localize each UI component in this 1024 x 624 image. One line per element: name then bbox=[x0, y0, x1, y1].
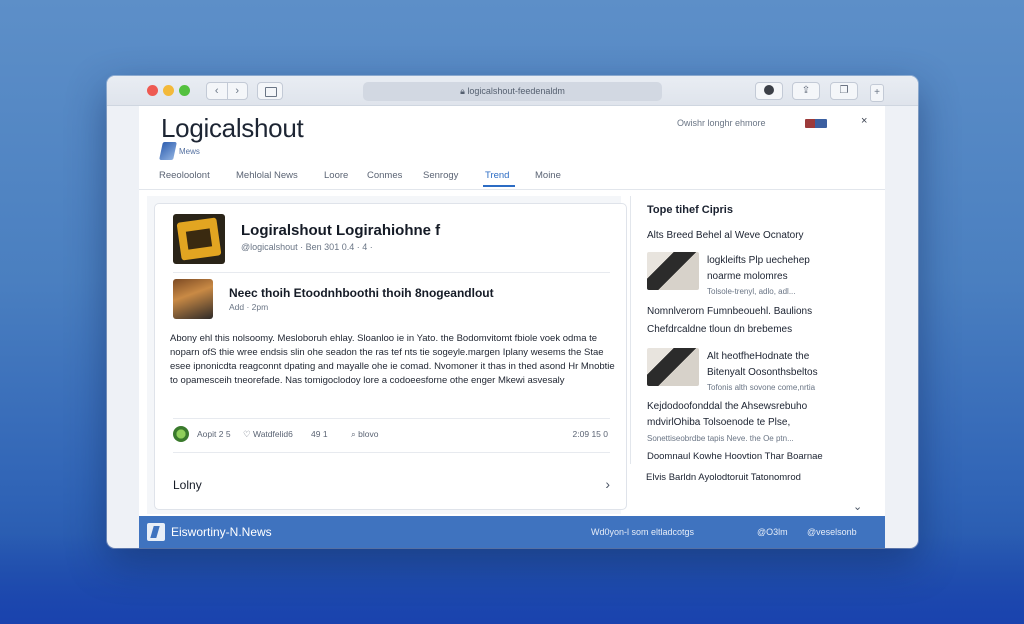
trending-item-title-2[interactable]: noarme molomres bbox=[707, 270, 788, 284]
new-tab-button[interactable]: + bbox=[870, 84, 884, 102]
nav-item-6[interactable]: Moine bbox=[535, 170, 561, 181]
trending-thumbnail[interactable] bbox=[647, 348, 699, 386]
close-window-button[interactable] bbox=[147, 85, 158, 96]
share-button[interactable]: ⇪ bbox=[792, 82, 820, 100]
trending-item-meta: Tolsole-trenyl, adlo, adl... bbox=[707, 287, 796, 296]
close-icon[interactable]: × bbox=[861, 115, 867, 127]
privacy-button[interactable] bbox=[755, 82, 783, 100]
post-card: Logiralshout Logirahiohne f @logicalshou… bbox=[154, 203, 627, 510]
nav-item-5[interactable]: Trend bbox=[485, 170, 509, 181]
view-action[interactable]: ⌕ blovo bbox=[351, 429, 378, 440]
divider bbox=[173, 418, 610, 419]
trending-item-title[interactable]: logkleifts Plp uechehep bbox=[707, 254, 810, 268]
header-account-link[interactable]: Owishr longhr ehmore bbox=[677, 118, 766, 128]
site-logo-text[interactable]: Logicalshout bbox=[161, 113, 304, 144]
minimize-window-button[interactable] bbox=[163, 85, 174, 96]
back-button[interactable]: ‹ bbox=[207, 83, 228, 99]
active-tab-indicator bbox=[483, 185, 515, 187]
nav-item-4[interactable]: Senrogy bbox=[423, 170, 458, 181]
post-timestamp: 2:09 15 0 bbox=[572, 429, 608, 439]
nav-item-0[interactable]: Reeoloolont bbox=[159, 170, 210, 181]
story-title[interactable]: Neec thoih Etoodnhboothi thoih 8nogeandl… bbox=[229, 286, 494, 300]
plus-icon: + bbox=[874, 87, 880, 98]
divider bbox=[173, 272, 610, 273]
region-flag-icon[interactable] bbox=[805, 119, 827, 128]
post-meta: @logicalshout · Ben 301 0.4 · 4 · bbox=[241, 242, 373, 252]
trending-item-title[interactable]: Alt heotfheHodnate the bbox=[707, 350, 809, 364]
trending-item[interactable]: Doomnaul Kowhe Hoovtion Thar Boarnae bbox=[647, 449, 823, 465]
profile-avatar[interactable] bbox=[173, 214, 225, 264]
like-action[interactable]: ♡ Watdfelid6 bbox=[243, 429, 293, 440]
chevron-right-icon[interactable]: › bbox=[605, 476, 610, 492]
trending-item[interactable]: Nomnlverorn Fumnbeouehl. Baulions bbox=[647, 304, 812, 320]
site-tagline: Mews bbox=[159, 142, 200, 160]
web-page: Logicalshout Mews Owishr longhr ehmore ×… bbox=[139, 106, 885, 548]
trending-panel: Tope tihef Cipris Alts Breed Behel al We… bbox=[630, 196, 876, 464]
divider bbox=[173, 452, 610, 453]
tagline-text: Mews bbox=[179, 146, 200, 156]
trending-thumbnail[interactable] bbox=[647, 252, 699, 290]
forward-button[interactable]: › bbox=[228, 83, 248, 99]
chevron-down-icon[interactable]: ⌄ bbox=[853, 500, 862, 513]
trending-item-line-2[interactable]: Elvis Barldn Ayolodtoruit Tatonomrod bbox=[646, 470, 801, 486]
reply-action[interactable]: Aopit 2 5 bbox=[197, 429, 231, 439]
trending-item-line-2[interactable]: Chefdrcaldne tloun dn brebemes bbox=[647, 322, 792, 338]
trending-item-title-2[interactable]: Bitenyalt Oosonthsbeltos bbox=[707, 366, 818, 380]
tabs-button[interactable]: ❐ bbox=[830, 82, 858, 100]
zoom-window-button[interactable] bbox=[179, 85, 190, 96]
url-text: logicalshout-feedenaldm bbox=[467, 86, 565, 96]
shield-icon bbox=[764, 85, 774, 96]
source-logo-icon bbox=[173, 426, 189, 442]
nav-item-3[interactable]: Conmes bbox=[367, 170, 402, 181]
post-actions: Aopit 2 5 ♡ Watdfelid6 49 1 ⌕ blovo 2:09… bbox=[173, 426, 610, 444]
nav-item-2[interactable]: Loore bbox=[324, 170, 348, 181]
post-body: Abony ehl this nolsoomy. Mesloboruh ehla… bbox=[170, 333, 615, 386]
repost-action[interactable]: 49 1 bbox=[311, 429, 328, 439]
feed-area: Logiralshout Logirahiohne f @logicalshou… bbox=[147, 196, 627, 514]
browser-window: ‹ › 🔒︎ logicalshout-feedenaldm ⇪ ❐ + Log… bbox=[107, 76, 918, 548]
footer-link[interactable]: @veselsonb bbox=[807, 527, 857, 537]
site-footer: Eiswortiny-N.News Wd0yon-l som eltladcot… bbox=[139, 516, 885, 548]
tabs-icon: ❐ bbox=[839, 85, 849, 96]
post-title[interactable]: Logiralshout Logirahiohne f bbox=[241, 222, 440, 239]
nav-item-1[interactable]: Mehlolal News bbox=[236, 170, 298, 181]
footer-brand[interactable]: Eiswortiny-N.News bbox=[171, 525, 272, 539]
trending-heading: Tope tihef Cipris bbox=[647, 204, 733, 216]
address-bar[interactable]: 🔒︎ logicalshout-feedenaldm bbox=[363, 82, 662, 101]
trending-item[interactable]: Alts Breed Behel al Weve Ocnatory bbox=[647, 230, 804, 241]
story-thumbnail[interactable] bbox=[173, 279, 213, 319]
share-icon: ⇪ bbox=[801, 85, 811, 96]
main-nav: Reeoloolont Mehlolal News Loore Conmes S… bbox=[139, 164, 885, 190]
trending-item-meta: Sonettiseobrdbe tapis Neve. the Oe ptn..… bbox=[647, 434, 794, 443]
footer-logo-icon bbox=[147, 523, 165, 541]
trending-item-line-2[interactable]: mdvirlOhiba Tolsoenode te Plse, bbox=[647, 415, 790, 431]
section-link[interactable]: Lolny bbox=[173, 478, 202, 492]
story-meta: Add · 2pm bbox=[229, 302, 269, 312]
title-bar: ‹ › 🔒︎ logicalshout-feedenaldm ⇪ ❐ + bbox=[107, 76, 918, 106]
footer-link[interactable]: Wd0yon-l som eltladcotgs bbox=[591, 527, 694, 537]
footer-link[interactable]: @O3lm bbox=[757, 527, 788, 537]
history-nav: ‹ › bbox=[206, 82, 248, 100]
sidebar-toggle-icon[interactable] bbox=[257, 82, 283, 100]
trending-item-meta: Tofonis alth sovone come,nrtia bbox=[707, 383, 816, 392]
logo-icon bbox=[159, 142, 177, 160]
trending-item[interactable]: Kejdodoofonddal the Ahsewsrebuho bbox=[647, 399, 807, 415]
